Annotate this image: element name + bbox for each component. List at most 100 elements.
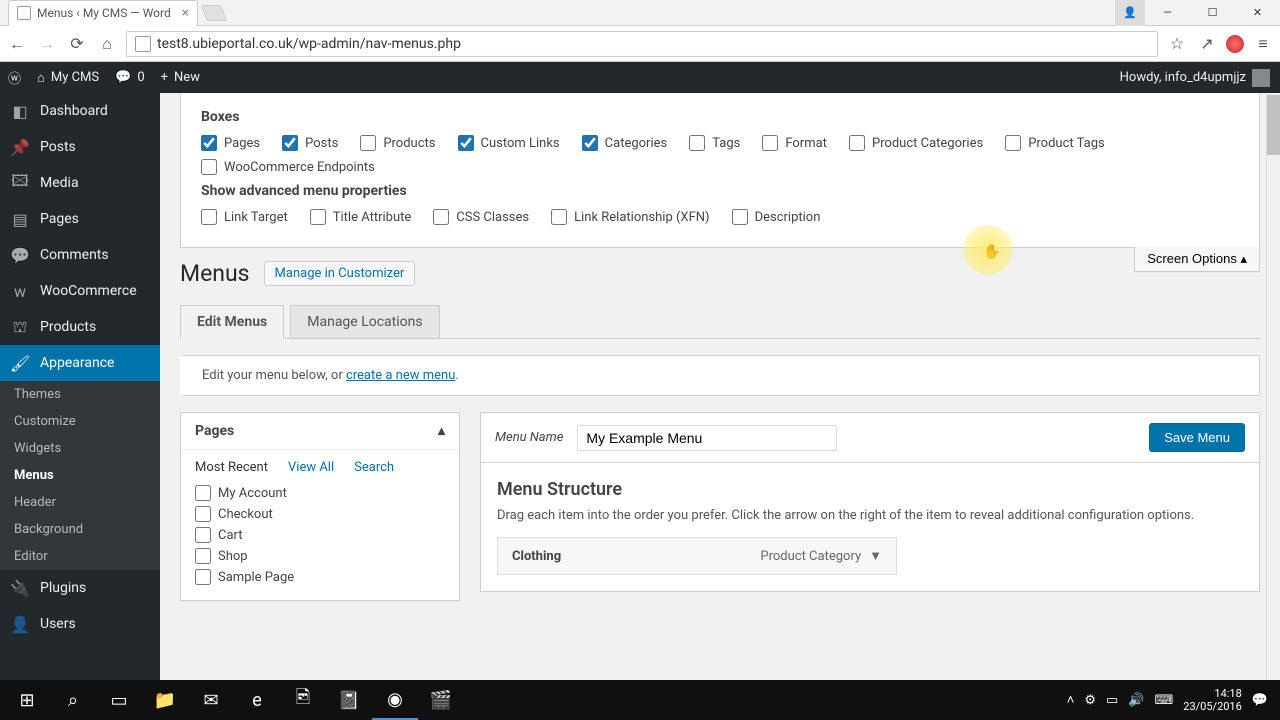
create-menu-link[interactable]: create a new menu xyxy=(346,368,455,383)
start-button[interactable]: ⊞ xyxy=(4,680,50,720)
pbtab-all[interactable]: View All xyxy=(288,460,334,475)
chk-description[interactable]: Description xyxy=(732,209,821,225)
page-item[interactable]: Shop xyxy=(195,548,445,564)
close-window-button[interactable]: ✕ xyxy=(1235,0,1280,26)
menu-comments[interactable]: 💬Comments xyxy=(0,237,160,273)
site-link[interactable]: ⌂My CMS xyxy=(29,62,107,93)
task-view-button[interactable]: ▭ xyxy=(96,680,142,720)
submenu-customize[interactable]: Customize xyxy=(0,408,160,435)
bookmark-icon[interactable]: ☆ xyxy=(1166,33,1188,55)
chk-link-target[interactable]: Link Target xyxy=(201,209,288,225)
menu-dashboard[interactable]: ◧Dashboard xyxy=(0,93,160,129)
chk-custom-links[interactable]: Custom Links xyxy=(458,135,560,151)
url-text: test8.ubieportal.co.uk/wp-admin/nav-menu… xyxy=(157,36,461,52)
user-icon: 👤 xyxy=(10,614,30,634)
products-icon: ⛫ xyxy=(10,317,30,337)
tray-volume-icon[interactable]: 🔊 xyxy=(1128,693,1144,708)
save-menu-button[interactable]: Save Menu xyxy=(1149,423,1245,452)
chk-product-tags[interactable]: Product Tags xyxy=(1005,135,1105,151)
page-item[interactable]: Sample Page xyxy=(195,569,445,585)
scrollbar-thumb[interactable] xyxy=(1267,95,1280,155)
menu-products[interactable]: ⛫Products xyxy=(0,309,160,345)
page-item[interactable]: Cart xyxy=(195,527,445,543)
comments-link[interactable]: 💬0 xyxy=(107,62,153,93)
chk-posts[interactable]: Posts xyxy=(282,135,338,151)
opera-icon[interactable] xyxy=(1226,35,1244,53)
forward-button[interactable]: → xyxy=(36,33,58,55)
manage-customizer-link[interactable]: Manage in Customizer xyxy=(264,261,416,286)
notifications-icon[interactable]: 💬 xyxy=(1252,693,1268,708)
page-title: Menus xyxy=(180,260,250,287)
menu-item-clothing[interactable]: Clothing Product Category▼ xyxy=(497,537,897,575)
minimize-button[interactable]: — xyxy=(1145,0,1190,26)
chk-woo-endpoints[interactable]: WooCommerce Endpoints xyxy=(201,159,375,175)
page-item[interactable]: My Account xyxy=(195,485,445,501)
address-bar[interactable]: test8.ubieportal.co.uk/wp-admin/nav-menu… xyxy=(126,31,1158,57)
chk-product-categories[interactable]: Product Categories xyxy=(849,135,983,151)
submenu-editor[interactable]: Editor xyxy=(0,543,160,570)
media-icon: 🖾 xyxy=(10,173,30,193)
back-button[interactable]: ← xyxy=(6,33,28,55)
menu-plugins[interactable]: 🔌Plugins xyxy=(0,570,160,606)
browser-tab[interactable]: Menus ‹ My CMS — Word × xyxy=(8,0,198,26)
postbox-title[interactable]: Pages▴ xyxy=(181,413,459,450)
clock[interactable]: 14:18 23/05/2016 xyxy=(1183,687,1242,713)
user-icon[interactable]: 👤 xyxy=(1115,0,1145,26)
menu-woocommerce[interactable]: wWooCommerce xyxy=(0,273,160,309)
wp-logo[interactable]: ⓦ xyxy=(0,62,29,93)
plus-icon: + xyxy=(161,70,168,85)
chk-css-classes[interactable]: CSS Classes xyxy=(433,209,529,225)
menu-label: Pages xyxy=(40,211,79,227)
tab-edit-menus[interactable]: Edit Menus xyxy=(180,305,284,339)
new-link[interactable]: +New xyxy=(153,62,208,93)
chevron-down-icon[interactable]: ▼ xyxy=(869,548,882,564)
menu-users[interactable]: 👤Users xyxy=(0,606,160,642)
howdy-link[interactable]: Howdy, info_d4upmjjz xyxy=(1120,69,1280,87)
menu-name-input[interactable] xyxy=(577,425,837,451)
menu-header: Menu Name Save Menu xyxy=(480,412,1260,463)
reload-button[interactable]: ⟳ xyxy=(66,33,88,55)
tray-input-icon[interactable]: ⌨ xyxy=(1155,693,1174,708)
tray-battery-icon[interactable]: ▭ xyxy=(1106,693,1118,708)
extension-icon[interactable]: ↗ xyxy=(1196,33,1218,55)
menu-pages[interactable]: ▤Pages xyxy=(0,201,160,237)
menu-posts[interactable]: 📌Posts xyxy=(0,129,160,165)
home-button[interactable]: ⌂ xyxy=(96,33,118,55)
taskbar-app[interactable]: 🎬 xyxy=(418,680,464,720)
tray-chevron-icon[interactable]: ˄ xyxy=(1067,692,1075,708)
chk-tags[interactable]: Tags xyxy=(689,135,740,151)
taskbar-app[interactable]: 🖻 xyxy=(280,680,326,720)
taskbar-app[interactable]: e xyxy=(234,680,280,720)
menu-appearance[interactable]: 🖌Appearance xyxy=(0,345,160,381)
menu-icon[interactable]: ≡ xyxy=(1252,33,1274,55)
submenu-menus[interactable]: Menus xyxy=(0,462,160,489)
chk-link-relationship[interactable]: Link Relationship (XFN) xyxy=(551,209,709,225)
taskbar-app[interactable]: 📓 xyxy=(326,680,372,720)
tray-icon[interactable]: ⚙ xyxy=(1084,693,1096,708)
screen-options-toggle[interactable]: Screen Options ▴ xyxy=(1134,247,1260,272)
submenu-widgets[interactable]: Widgets xyxy=(0,435,160,462)
submenu-background[interactable]: Background xyxy=(0,516,160,543)
submenu-themes[interactable]: Themes xyxy=(0,381,160,408)
comment-icon: 💬 xyxy=(115,70,131,85)
taskbar-chrome[interactable]: ◉ xyxy=(372,680,418,720)
page-icon xyxy=(17,6,31,20)
tab-manage-locations[interactable]: Manage Locations xyxy=(290,305,439,339)
submenu-header[interactable]: Header xyxy=(0,489,160,516)
pbtab-recent[interactable]: Most Recent xyxy=(195,460,268,475)
scrollbar[interactable] xyxy=(1266,93,1280,680)
new-tab-button[interactable] xyxy=(201,5,227,21)
maximize-button[interactable]: ☐ xyxy=(1190,0,1235,26)
chk-title-attribute[interactable]: Title Attribute xyxy=(310,209,412,225)
page-item[interactable]: Checkout xyxy=(195,506,445,522)
chk-format[interactable]: Format xyxy=(762,135,827,151)
search-button[interactable]: ⌕ xyxy=(50,680,96,720)
pbtab-search[interactable]: Search xyxy=(354,460,394,475)
close-tab-icon[interactable]: × xyxy=(182,5,189,21)
taskbar-app[interactable]: ✉ xyxy=(188,680,234,720)
taskbar-app[interactable]: 📁 xyxy=(142,680,188,720)
chk-categories[interactable]: Categories xyxy=(582,135,668,151)
menu-media[interactable]: 🖾Media xyxy=(0,165,160,201)
chk-products[interactable]: Products xyxy=(360,135,435,151)
chk-pages[interactable]: Pages xyxy=(201,135,260,151)
